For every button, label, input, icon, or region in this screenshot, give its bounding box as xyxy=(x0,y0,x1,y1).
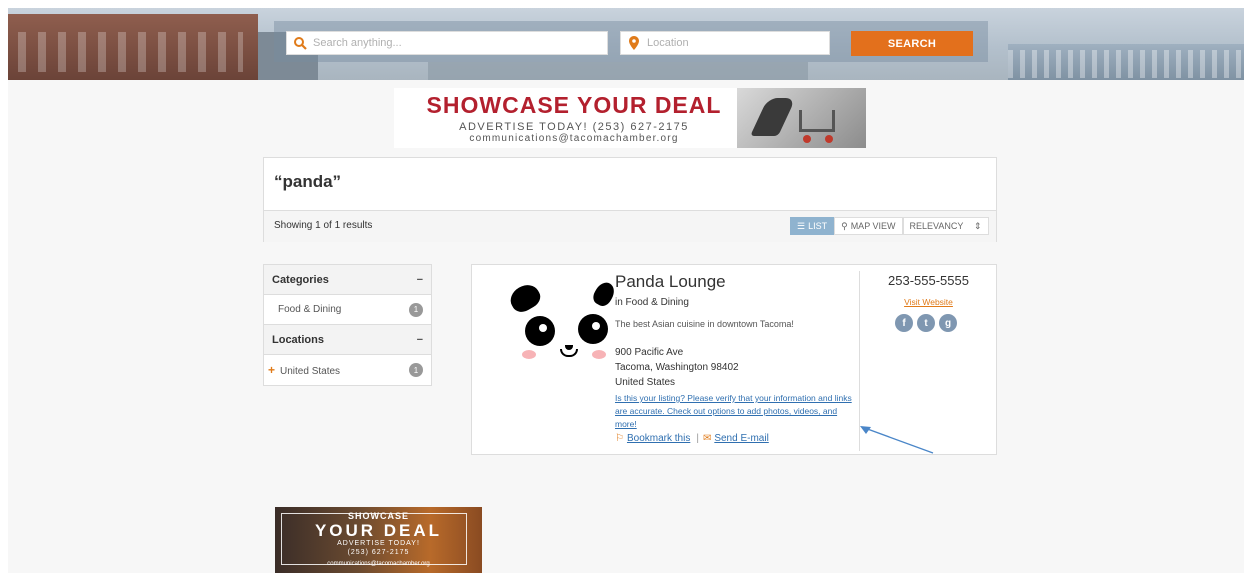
hero-building-center xyxy=(428,62,808,80)
category-count-badge: 1 xyxy=(409,302,423,317)
bookmark-icon: ⚐ xyxy=(615,433,624,444)
locations-title: Locations xyxy=(272,333,324,346)
sort-selected-value: RELEVANCY xyxy=(909,221,964,231)
sort-select[interactable]: RELEVANCY ⇕ xyxy=(902,217,989,235)
category-label: Food & Dining xyxy=(278,304,342,315)
view-options: ☰ LIST ⚲ MAP VIEW RELEVANCY ⇕ xyxy=(790,217,989,235)
location-count-badge: 1 xyxy=(409,363,423,377)
panda-ear xyxy=(506,280,544,316)
location-placeholder: Location xyxy=(647,37,689,49)
list-view-button[interactable]: ☰ LIST xyxy=(790,217,835,235)
panda-mouth xyxy=(560,349,578,357)
location-item-united-states[interactable]: + United States 1 xyxy=(264,355,431,385)
search-input[interactable]: Search anything... xyxy=(286,31,608,55)
collapse-icon[interactable]: − xyxy=(417,334,423,346)
hero-building-right xyxy=(1008,44,1244,80)
ad-bottom-line1: SHOWCASE xyxy=(347,511,409,521)
ad-man-figure xyxy=(750,98,796,136)
map-view-button[interactable]: ⚲ MAP VIEW xyxy=(834,217,903,235)
map-view-label: MAP VIEW xyxy=(850,221,896,231)
panda-eye xyxy=(578,314,608,344)
listing-name[interactable]: Panda Lounge xyxy=(615,272,726,292)
locations-header[interactable]: Locations − xyxy=(264,325,431,355)
search-query-title: “panda” xyxy=(274,172,342,191)
categories-title: Categories xyxy=(272,273,329,286)
verify-listing-link[interactable]: Is this your listing? Please verify that… xyxy=(615,392,855,431)
location-input[interactable]: Location xyxy=(620,31,830,55)
categories-header[interactable]: Categories − xyxy=(264,265,431,295)
category-item-food-dining[interactable]: Food & Dining 1 xyxy=(264,295,431,325)
address-line-1: 900 Pacific Ave xyxy=(615,347,684,358)
bookmark-link[interactable]: Bookmark this xyxy=(627,433,690,444)
location-label: United States xyxy=(280,366,341,377)
search-icon xyxy=(287,36,313,50)
listing-actions: ⚐ Bookmark this | ✉ Send E-mail xyxy=(615,433,769,444)
results-toolbar: Showing 1 of 1 results ☰ LIST ⚲ MAP VIEW… xyxy=(264,210,996,242)
ad-headline: SHOWCASE YOUR DEAL xyxy=(426,92,722,118)
cart-wheel xyxy=(803,135,811,143)
google-plus-icon[interactable]: g xyxy=(939,314,957,332)
page: Search anything... Location SEARCH SHOWC… xyxy=(8,8,1244,573)
filter-sidebar: Categories − Food & Dining 1 Locations −… xyxy=(263,264,432,386)
ad-email-line: communications@tacomachamber.org xyxy=(469,133,679,144)
ad-bottom-phone: (253) 627-2175 xyxy=(347,549,410,556)
panda-blush xyxy=(522,350,536,359)
listing-address: 900 Pacific Ave Tacoma, Washington 98402… xyxy=(615,345,739,390)
list-view-label: LIST xyxy=(808,221,828,231)
expand-plus-icon[interactable]: + xyxy=(268,363,275,377)
cart-icon xyxy=(799,110,835,132)
collapse-icon[interactable]: − xyxy=(417,274,423,286)
hero-building-left xyxy=(8,14,258,80)
ad-banner-top[interactable]: SHOWCASE YOUR DEAL ADVERTISE TODAY! (253… xyxy=(394,88,866,148)
listing-description: The best Asian cuisine in downtown Tacom… xyxy=(615,319,794,329)
results-count: Showing 1 of 1 results xyxy=(274,220,373,231)
select-arrows-icon: ⇕ xyxy=(973,220,982,231)
panda-eye xyxy=(525,316,555,346)
listing-logo-panda[interactable] xyxy=(480,274,618,372)
panda-blush xyxy=(592,350,606,359)
search-button[interactable]: SEARCH xyxy=(851,31,973,56)
ad-bottom-headline: YOUR DEAL xyxy=(314,521,443,540)
twitter-icon[interactable]: t xyxy=(917,314,935,332)
ad-phone-line: ADVERTISE TODAY! (253) 627-2175 xyxy=(459,121,689,133)
hero-banner: Search anything... Location SEARCH xyxy=(8,8,1244,80)
visit-website-link[interactable]: Visit Website xyxy=(860,297,997,307)
social-links: f t g xyxy=(895,314,957,332)
listing-category: in Food & Dining xyxy=(615,297,689,308)
listing-phone[interactable]: 253-555-5555 xyxy=(860,273,997,288)
panda-ear xyxy=(590,279,618,309)
map-pin-icon: ⚲ xyxy=(841,220,848,231)
list-icon: ☰ xyxy=(797,220,806,231)
ad-bottom-email: communications@tacomachamber.org xyxy=(327,561,430,567)
search-bar: Search anything... Location SEARCH xyxy=(274,21,988,62)
email-icon: ✉ xyxy=(702,433,712,444)
send-email-link[interactable]: Send E-mail xyxy=(714,433,768,444)
facebook-icon[interactable]: f xyxy=(895,314,913,332)
results-header: “panda” Showing 1 of 1 results ☰ LIST ⚲ … xyxy=(263,157,997,242)
action-separator: | xyxy=(696,433,699,444)
ad-bottom-line3: ADVERTISE TODAY! xyxy=(337,540,420,547)
address-line-3: United States xyxy=(615,377,676,388)
ad-shopping-cart-image xyxy=(737,88,866,148)
annotation-arrow-icon xyxy=(860,426,934,454)
search-placeholder: Search anything... xyxy=(313,37,402,49)
cart-wheel xyxy=(825,135,833,143)
map-pin-icon xyxy=(621,36,647,50)
ad-banner-bottom[interactable]: SHOWCASE YOUR DEAL ADVERTISE TODAY! (253… xyxy=(275,507,482,573)
address-line-2: Tacoma, Washington 98402 xyxy=(615,362,739,373)
